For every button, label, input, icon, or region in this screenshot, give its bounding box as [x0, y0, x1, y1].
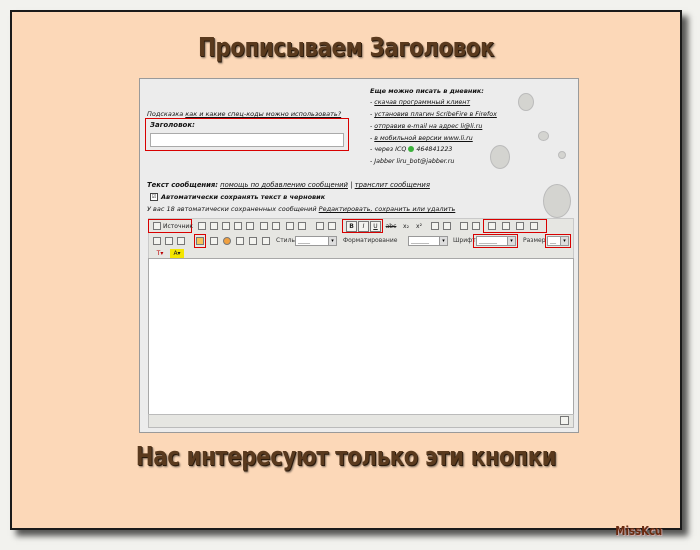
style-select[interactable]: ____ ▾ — [295, 236, 337, 246]
text-color-button[interactable]: T▾ — [153, 249, 167, 258]
outdent-icon[interactable] — [460, 222, 468, 230]
mobile-version-link[interactable]: в мобильной версии www.li.ru — [374, 135, 472, 142]
info-item-1: - скачав программный клиент — [370, 99, 471, 106]
subscript-button[interactable]: x₂ — [401, 222, 411, 231]
format-label: Форматирование — [343, 237, 398, 244]
info-panel-title: Еще можно писать в дневник: — [370, 87, 484, 95]
icq-status-icon — [408, 146, 415, 152]
scribefire-link[interactable]: установив плагин ScribeFire в Firefox — [374, 111, 497, 118]
source-button[interactable]: Источник — [163, 222, 193, 231]
flash-icon[interactable] — [165, 237, 173, 245]
translit-link[interactable]: транслит сообщения — [355, 181, 430, 189]
align-justify-icon[interactable] — [530, 222, 538, 230]
message-label: Текст сообщения: — [147, 181, 218, 189]
undo-icon[interactable] — [260, 222, 268, 230]
font-select[interactable]: ______ ▾ — [476, 236, 516, 246]
select-all-icon[interactable] — [316, 222, 324, 230]
replace-icon[interactable] — [298, 222, 306, 230]
message-editor[interactable] — [148, 258, 574, 415]
email-link[interactable]: отправив e-mail на адрес li@li.ru — [374, 123, 482, 130]
numbered-list-icon[interactable] — [431, 222, 439, 230]
background-frame: Прописываем Заголовок Подсказка как и ка… — [0, 0, 700, 550]
saved-actions-link[interactable]: Редактировать, сохранить или удалить — [319, 205, 456, 213]
copy-icon[interactable] — [210, 222, 218, 230]
client-download-link[interactable]: скачав программный клиент — [374, 99, 470, 106]
cut-icon[interactable] — [198, 222, 206, 230]
find-icon[interactable] — [286, 222, 294, 230]
chevron-down-icon: ▾ — [507, 237, 515, 245]
bg-color-button[interactable]: A▾ — [170, 249, 184, 258]
message-help-link[interactable]: помощь по добавлению сообщений — [220, 181, 348, 189]
strike-button[interactable]: abc — [385, 222, 397, 231]
saved-messages-line: У вас 18 автоматически сохраненных сообщ… — [147, 205, 455, 213]
decor-shape-icon — [543, 184, 571, 218]
saved-count-text: У вас 18 автоматически сохраненных сообщ… — [147, 205, 317, 213]
image-icon[interactable] — [153, 237, 161, 245]
signature: MissKcu — [614, 524, 662, 538]
autosave-row: ☑ Автоматически сохранять текст в чернови… — [150, 193, 325, 201]
indent-icon[interactable] — [472, 222, 480, 230]
align-right-icon[interactable] — [516, 222, 524, 230]
info-item-3: - отправив e-mail на адрес li@li.ru — [370, 123, 483, 130]
tutorial-card: Прописываем Заголовок Подсказка как и ка… — [10, 10, 682, 538]
page-break-icon[interactable] — [262, 237, 270, 245]
italic-button[interactable]: I — [358, 221, 369, 232]
redo-icon[interactable] — [272, 222, 280, 230]
format-select[interactable]: ______ ▾ — [408, 236, 448, 246]
horizontal-rule-icon[interactable] — [249, 237, 257, 245]
editor-status-bar — [148, 414, 574, 428]
paste-text-icon[interactable] — [234, 222, 242, 230]
bottom-heading: Нас интересуют только эти кнопки — [135, 442, 557, 472]
decor-shape-icon — [490, 145, 510, 169]
table-icon[interactable] — [210, 237, 218, 245]
bold-button[interactable]: B — [346, 221, 357, 232]
paste-icon[interactable] — [222, 222, 230, 230]
info-item-2: - установив плагин ScribeFire в Firefox — [370, 111, 497, 118]
title-input[interactable] — [150, 133, 344, 147]
decor-shape-icon — [558, 151, 566, 159]
link-icon[interactable] — [177, 237, 185, 245]
top-heading: Прописываем Заголовок — [197, 33, 495, 63]
chevron-down-icon: ▾ — [439, 237, 447, 245]
info-item-6: - Jabber liru_bot@jabber.ru — [370, 158, 455, 165]
hint-link[interactable]: как и какие спец-коды можно использовать… — [185, 110, 341, 118]
underline-button[interactable]: U — [370, 221, 381, 232]
size-select[interactable]: __ ▾ — [547, 236, 569, 246]
size-label: Размер — [523, 237, 546, 244]
decor-shape-icon — [538, 131, 549, 141]
info-item-4: - в мобильной версии www.li.ru — [370, 135, 473, 142]
chevron-down-icon: ▾ — [560, 237, 568, 245]
cut-tag-icon[interactable] — [196, 237, 204, 245]
decor-shape-icon — [518, 93, 534, 111]
autosave-label: Автоматически сохранять текст в черновик — [161, 193, 326, 201]
style-label: Стиль — [276, 237, 295, 244]
remove-format-icon[interactable] — [328, 222, 336, 230]
superscript-button[interactable]: x² — [414, 222, 424, 231]
align-left-icon[interactable] — [488, 222, 496, 230]
hint-prefix: Подсказка — [147, 110, 184, 118]
hint-line: Подсказка как и какие спец-коды можно ис… — [147, 110, 341, 118]
smiley-icon[interactable] — [223, 237, 231, 245]
info-item-5: - через ICQ 464841223 — [370, 146, 453, 153]
chevron-down-icon: ▾ — [328, 237, 336, 245]
paste-word-icon[interactable] — [246, 222, 254, 230]
title-label: Заголовок: — [150, 121, 195, 129]
special-char-icon[interactable] — [236, 237, 244, 245]
resize-handle-icon[interactable] — [560, 416, 569, 425]
bulleted-list-icon[interactable] — [443, 222, 451, 230]
message-label-line: Текст сообщения: помощь по добавлению со… — [147, 181, 430, 189]
autosave-checkbox[interactable]: ☑ — [150, 193, 158, 201]
form-screenshot: Подсказка как и какие спец-коды можно ис… — [139, 78, 579, 433]
align-center-icon[interactable] — [502, 222, 510, 230]
source-icon — [153, 222, 161, 230]
